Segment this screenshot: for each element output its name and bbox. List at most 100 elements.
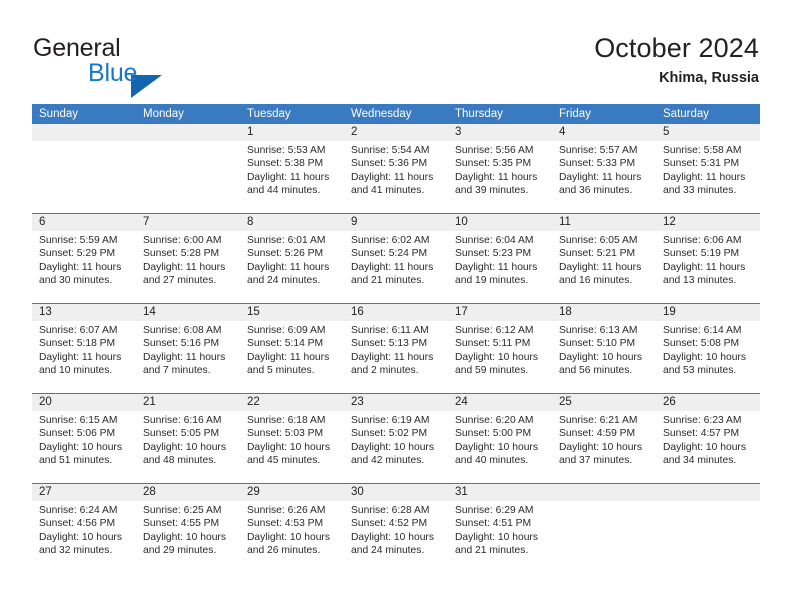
calendar-day-cell[interactable]: 14 Sunrise: 6:08 AM Sunset: 5:16 PM Dayligh… [136, 304, 240, 393]
day-detail-line: and 7 minutes. [143, 365, 211, 377]
calendar-day-cell[interactable]: 22 Sunrise: 6:18 AM Sunset: 5:03 PM Dayligh… [240, 394, 344, 483]
day-detail-line: and 45 minutes. [247, 455, 321, 467]
calendar-day-cell[interactable]: 31 Sunrise: 6:29 AM Sunset: 4:51 PM Dayligh… [448, 484, 552, 573]
day-detail-line: and 21 minutes. [455, 545, 529, 557]
weekday-header-tuesday: Tuesday [247, 108, 291, 120]
day-detail-line: Sunset: 5:11 PM [455, 338, 531, 350]
day-details: Sunrise: 6:07 AM Sunset: 5:18 PM Daylight:… [32, 321, 136, 378]
day-detail-line: Sunset: 5:36 PM [351, 158, 428, 170]
day-detail-line: Sunrise: 6:05 AM [559, 235, 638, 246]
day-detail-line: Sunset: 5:29 PM [39, 248, 116, 260]
day-detail-line: Sunset: 4:51 PM [455, 518, 532, 530]
day-number: 9 [344, 214, 448, 231]
day-details: Sunrise: 6:16 AM Sunset: 5:05 PM Daylight:… [136, 411, 240, 468]
day-detail-line: Sunset: 5:23 PM [455, 248, 532, 260]
calendar-day-cell[interactable]: 4 Sunrise: 5:57 AM Sunset: 5:33 PM Daylight… [552, 124, 656, 213]
calendar-day-cell[interactable]: 26 Sunrise: 6:23 AM Sunset: 4:57 PM Dayligh… [656, 394, 760, 483]
day-details: Sunrise: 6:08 AM Sunset: 5:16 PM Daylight:… [136, 321, 240, 378]
day-number: 26 [656, 394, 760, 411]
calendar-day-cell[interactable]: 16 Sunrise: 6:11 AM Sunset: 5:13 PM Dayligh… [344, 304, 448, 393]
day-details: Sunrise: 6:15 AM Sunset: 5:06 PM Daylight:… [32, 411, 136, 468]
calendar-day-cell[interactable]: 25 Sunrise: 6:21 AM Sunset: 4:59 PM Dayligh… [552, 394, 656, 483]
calendar-day-cell[interactable]: 1 Sunrise: 5:53 AM Sunset: 5:38 PM Daylight… [240, 124, 344, 213]
calendar-day-cell[interactable]: 20 Sunrise: 6:15 AM Sunset: 5:06 PM Dayligh… [32, 394, 136, 483]
page-header: General Blue October 2024 Khima, Russia [0, 0, 792, 100]
day-details: Sunrise: 5:57 AM Sunset: 5:33 PM Daylight:… [552, 141, 656, 198]
day-detail-line: and 13 minutes. [663, 275, 737, 287]
day-number: 27 [32, 484, 136, 501]
day-detail-line: Sunset: 5:19 PM [663, 248, 740, 260]
calendar-day-cell[interactable]: 15 Sunrise: 6:09 AM Sunset: 5:14 PM Dayligh… [240, 304, 344, 393]
calendar-day-cell[interactable]: 5 Sunrise: 5:58 AM Sunset: 5:31 PM Daylight… [656, 124, 760, 213]
day-detail-line: Sunset: 5:38 PM [247, 158, 324, 170]
day-detail-line: and 19 minutes. [455, 275, 529, 287]
day-details: Sunrise: 6:06 AM Sunset: 5:19 PM Daylight:… [656, 231, 760, 288]
calendar-day-cell[interactable]: 8 Sunrise: 6:01 AM Sunset: 5:26 PM Daylight… [240, 214, 344, 303]
day-detail-line: and 36 minutes. [559, 185, 633, 197]
day-detail-line: and 21 minutes. [351, 275, 425, 287]
day-detail-line: Daylight: 10 hours [247, 441, 330, 453]
day-detail-line: Sunrise: 6:20 AM [455, 415, 534, 426]
day-number: 10 [448, 214, 552, 231]
calendar-day-cell[interactable]: 21 Sunrise: 6:16 AM Sunset: 5:05 PM Dayligh… [136, 394, 240, 483]
day-number: 6 [32, 214, 136, 231]
weekday-header-wednesday: Wednesday [351, 108, 412, 120]
day-details [136, 141, 240, 144]
calendar-day-cell[interactable]: 2 Sunrise: 5:54 AM Sunset: 5:36 PM Daylight… [344, 124, 448, 213]
calendar-week-row: 27 Sunrise: 6:24 AM Sunset: 4:56 PM Dayligh… [32, 483, 760, 573]
day-detail-line: Sunrise: 6:07 AM [39, 325, 118, 336]
day-details: Sunrise: 6:18 AM Sunset: 5:03 PM Daylight:… [240, 411, 344, 468]
day-detail-line: Sunset: 5:21 PM [559, 248, 636, 260]
day-detail-line: Daylight: 11 hours [351, 351, 434, 363]
day-details: Sunrise: 6:14 AM Sunset: 5:08 PM Daylight:… [656, 321, 760, 378]
day-details: Sunrise: 5:53 AM Sunset: 5:38 PM Daylight:… [240, 141, 344, 198]
day-number: 29 [240, 484, 344, 501]
day-detail-line: Sunrise: 6:12 AM [455, 325, 534, 336]
calendar-day-cell[interactable]: 12 Sunrise: 6:06 AM Sunset: 5:19 PM Dayligh… [656, 214, 760, 303]
day-detail-line: Sunrise: 6:24 AM [39, 505, 118, 516]
calendar-day-cell[interactable]: 29 Sunrise: 6:26 AM Sunset: 4:53 PM Dayligh… [240, 484, 344, 573]
calendar-day-cell[interactable]: 24 Sunrise: 6:20 AM Sunset: 5:00 PM Dayligh… [448, 394, 552, 483]
calendar-day-cell[interactable]: 9 Sunrise: 6:02 AM Sunset: 5:24 PM Daylight… [344, 214, 448, 303]
day-detail-line: Sunset: 5:05 PM [143, 428, 220, 440]
weekday-header-row: Sunday Monday Tuesday Wednesday Thursday Frid… [32, 104, 760, 124]
calendar-day-cell[interactable]: 23 Sunrise: 6:19 AM Sunset: 5:02 PM Dayligh… [344, 394, 448, 483]
calendar-day-cell[interactable]: 3 Sunrise: 5:56 AM Sunset: 5:35 PM Daylight… [448, 124, 552, 213]
weekday-header-monday: Monday [143, 108, 184, 120]
calendar-day-cell[interactable]: 17 Sunrise: 6:12 AM Sunset: 5:11 PM Dayligh… [448, 304, 552, 393]
day-detail-line: Daylight: 11 hours [455, 261, 538, 273]
calendar-day-cell[interactable]: 11 Sunrise: 6:05 AM Sunset: 5:21 PM Dayligh… [552, 214, 656, 303]
calendar-weeks: 1 Sunrise: 5:53 AM Sunset: 5:38 PM Daylight… [32, 124, 760, 573]
day-number: 1 [240, 124, 344, 141]
calendar-day-cell[interactable]: 13 Sunrise: 6:07 AM Sunset: 5:18 PM Dayligh… [32, 304, 136, 393]
day-details: Sunrise: 6:28 AM Sunset: 4:52 PM Daylight:… [344, 501, 448, 558]
day-details: Sunrise: 6:12 AM Sunset: 5:11 PM Daylight:… [448, 321, 552, 378]
day-detail-line: Sunset: 5:35 PM [455, 158, 532, 170]
day-detail-line: Daylight: 10 hours [39, 441, 122, 453]
day-detail-line: Daylight: 11 hours [663, 261, 746, 273]
day-number: 14 [136, 304, 240, 321]
day-detail-line: and 24 minutes. [351, 545, 425, 557]
day-detail-line: Sunrise: 6:01 AM [247, 235, 326, 246]
day-detail-line: Sunrise: 6:16 AM [143, 415, 222, 426]
calendar-day-cell[interactable]: 27 Sunrise: 6:24 AM Sunset: 4:56 PM Dayligh… [32, 484, 136, 573]
day-detail-line: Daylight: 11 hours [559, 261, 642, 273]
day-number: 22 [240, 394, 344, 411]
calendar-day-cell[interactable]: 10 Sunrise: 6:04 AM Sunset: 5:23 PM Dayligh… [448, 214, 552, 303]
day-detail-line: Daylight: 11 hours [247, 351, 330, 363]
calendar-day-cell[interactable]: 7 Sunrise: 6:00 AM Sunset: 5:28 PM Daylight… [136, 214, 240, 303]
calendar-day-cell[interactable]: 28 Sunrise: 6:25 AM Sunset: 4:55 PM Dayligh… [136, 484, 240, 573]
day-detail-line: Sunrise: 6:15 AM [39, 415, 118, 426]
calendar-day-cell[interactable]: 30 Sunrise: 6:28 AM Sunset: 4:52 PM Dayligh… [344, 484, 448, 573]
day-number [656, 484, 760, 501]
day-number: 18 [552, 304, 656, 321]
day-detail-line: Sunrise: 6:09 AM [247, 325, 326, 336]
brand-name-blue: Blue [88, 59, 138, 87]
calendar-day-cell[interactable]: 18 Sunrise: 6:13 AM Sunset: 5:10 PM Dayligh… [552, 304, 656, 393]
day-detail-line: Daylight: 11 hours [663, 171, 746, 183]
day-number: 2 [344, 124, 448, 141]
day-details: Sunrise: 5:58 AM Sunset: 5:31 PM Daylight:… [656, 141, 760, 198]
calendar-day-cell[interactable]: 19 Sunrise: 6:14 AM Sunset: 5:08 PM Dayligh… [656, 304, 760, 393]
calendar-day-cell[interactable]: 6 Sunrise: 5:59 AM Sunset: 5:29 PM Daylight… [32, 214, 136, 303]
day-detail-line: Sunset: 5:24 PM [351, 248, 428, 260]
